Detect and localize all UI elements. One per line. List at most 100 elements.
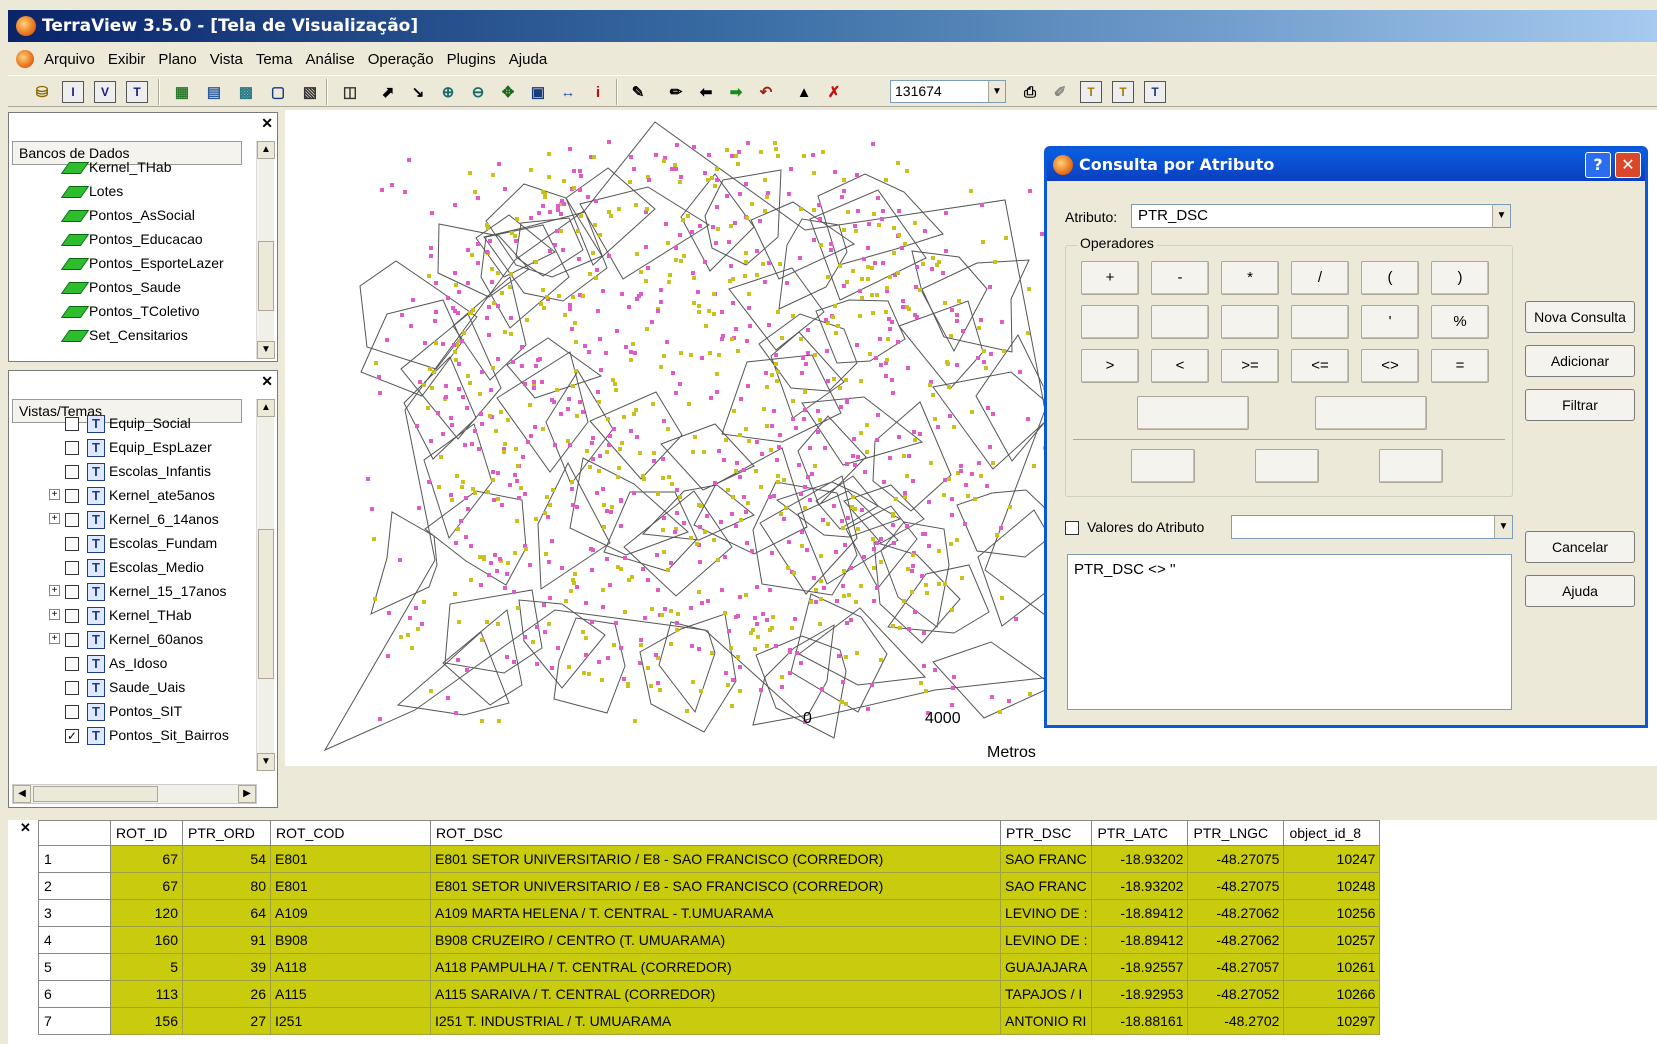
table-row[interactable]: 6 113 26 A115 A115 SARAIVA / T. CENTRAL (COR… bbox=[38, 980, 1381, 1008]
undo-icon[interactable]: ↶ bbox=[754, 80, 778, 104]
theme-item[interactable]: T Kernel_ate5anos bbox=[65, 483, 215, 507]
select-icon[interactable]: ↘ bbox=[406, 80, 430, 104]
brush-icon[interactable]: ✐ bbox=[1048, 80, 1072, 104]
operator-button[interactable]: ( bbox=[1361, 261, 1419, 295]
query-icon[interactable]: ▤ bbox=[202, 80, 226, 104]
info-icon[interactable]: i bbox=[586, 80, 610, 104]
menu-arquivo[interactable]: Arquivo bbox=[44, 51, 95, 68]
zoom-window-icon[interactable]: ▩ bbox=[234, 80, 258, 104]
theme-checkbox[interactable] bbox=[65, 681, 79, 696]
theme-checkbox[interactable] bbox=[65, 705, 79, 720]
cursor-select-icon[interactable]: ▲ bbox=[792, 80, 816, 104]
forward-icon[interactable]: ➡ bbox=[724, 80, 748, 104]
column-header[interactable]: ROT_ID bbox=[110, 820, 183, 846]
theme-item[interactable]: T Saude_Uais bbox=[65, 675, 185, 699]
table-row[interactable]: 5 5 39 A118 A118 PAMPULHA / T. CENTRAL (CORR… bbox=[38, 953, 1381, 981]
operator-blank-button[interactable] bbox=[1131, 449, 1195, 483]
chevron-down-icon[interactable]: ▼ bbox=[988, 81, 1005, 102]
operator-blank-button[interactable] bbox=[1379, 449, 1443, 483]
operator-blank-button[interactable] bbox=[1137, 396, 1249, 430]
scroll-thumb[interactable] bbox=[33, 786, 158, 802]
db-layer-item[interactable]: Pontos_AsSocial bbox=[60, 203, 195, 227]
theme-checkbox[interactable] bbox=[65, 417, 79, 432]
pointer-icon[interactable]: ⬈ bbox=[376, 80, 400, 104]
help-icon[interactable]: ? bbox=[1585, 152, 1611, 178]
db-layer-item[interactable]: Kernel_THab bbox=[60, 155, 172, 179]
views-scrollbar[interactable]: ▲ ▼ bbox=[256, 399, 275, 771]
operator-blank-button[interactable] bbox=[1315, 396, 1427, 430]
scroll-thumb[interactable] bbox=[258, 529, 274, 679]
db-layer-item[interactable]: Pontos_EsporteLazer bbox=[60, 251, 224, 275]
menu-analise[interactable]: Análise bbox=[306, 51, 355, 68]
scroll-right-icon[interactable]: ▶ bbox=[238, 785, 256, 803]
operator-blank-button[interactable] bbox=[1255, 449, 1319, 483]
menu-tema[interactable]: Tema bbox=[256, 51, 293, 68]
new-query-button[interactable]: Nova Consulta bbox=[1525, 301, 1635, 333]
theme-checkbox[interactable] bbox=[65, 657, 79, 672]
theme-item[interactable]: T Kernel_15_17anos bbox=[65, 579, 227, 603]
db-layer-item[interactable]: Lotes bbox=[60, 179, 123, 203]
expand-icon[interactable]: + bbox=[49, 609, 60, 620]
grid-icon[interactable]: ▧ bbox=[298, 80, 322, 104]
theme-checkbox[interactable] bbox=[65, 585, 79, 600]
theme-icon[interactable]: T bbox=[126, 81, 148, 103]
layer-add-icon[interactable]: ▦ bbox=[170, 80, 194, 104]
pan-icon[interactable]: ✥ bbox=[496, 80, 520, 104]
zoom-extent-icon[interactable]: ▣ bbox=[526, 80, 550, 104]
close-icon[interactable]: ✕ bbox=[261, 373, 273, 390]
column-header[interactable]: PTR_ORD bbox=[182, 820, 271, 846]
operator-button[interactable] bbox=[1151, 305, 1209, 339]
table-row[interactable]: 1 67 54 E801 E801 SETOR UNIVERSITARIO / E8 -… bbox=[38, 845, 1381, 873]
scroll-up-icon[interactable]: ▲ bbox=[257, 141, 275, 159]
column-header[interactable]: ROT_COD bbox=[270, 820, 431, 846]
scroll-up-icon[interactable]: ▲ bbox=[257, 399, 275, 417]
text-icon[interactable]: T bbox=[1080, 81, 1102, 103]
scroll-left-icon[interactable]: ◀ bbox=[13, 785, 31, 803]
theme-item[interactable]: T Escolas_Infantis bbox=[65, 459, 211, 483]
theme-item[interactable]: T Kernel_6_14anos bbox=[65, 507, 219, 531]
close-icon[interactable]: ✕ bbox=[20, 820, 31, 836]
operator-button[interactable]: >= bbox=[1221, 349, 1279, 383]
theme-item[interactable]: ✓ T Pontos_Sit_Bairros bbox=[65, 723, 229, 747]
expand-icon[interactable]: + bbox=[49, 633, 60, 644]
theme-item[interactable]: T Escolas_Medio bbox=[65, 555, 204, 579]
add-button[interactable]: Adicionar bbox=[1525, 345, 1635, 377]
db-layer-item[interactable]: Pontos_TColetivo bbox=[60, 299, 200, 323]
operator-button[interactable]: <= bbox=[1291, 349, 1349, 383]
column-header[interactable]: PTR_DSC bbox=[999, 820, 1093, 846]
column-header[interactable]: ROT_DSC bbox=[430, 820, 1001, 846]
app-menu-icon[interactable] bbox=[16, 50, 34, 68]
theme-checkbox[interactable]: ✓ bbox=[65, 729, 79, 744]
theme-item[interactable]: T Equip_Social bbox=[65, 411, 191, 435]
operator-button[interactable]: ' bbox=[1361, 305, 1419, 339]
theme-checkbox[interactable] bbox=[65, 633, 79, 648]
menu-ajuda[interactable]: Ajuda bbox=[509, 51, 547, 68]
edit-icon[interactable]: ✎ bbox=[626, 80, 650, 104]
operator-button[interactable]: % bbox=[1431, 305, 1489, 339]
table-row[interactable]: 7 156 27 I251 I251 T. INDUSTRIAL / T. UMUARA… bbox=[38, 1007, 1381, 1035]
theme-item[interactable]: T Kernel_60anos bbox=[65, 627, 203, 651]
import-icon[interactable]: I bbox=[62, 81, 84, 103]
theme-item[interactable]: T As_Idoso bbox=[65, 651, 167, 675]
operator-button[interactable]: = bbox=[1431, 349, 1489, 383]
database-icon[interactable]: ⛁ bbox=[30, 80, 54, 104]
operator-button[interactable]: > bbox=[1081, 349, 1139, 383]
table-row[interactable]: 2 67 80 E801 E801 SETOR UNIVERSITARIO / E8 -… bbox=[38, 872, 1381, 900]
db-layer-item[interactable]: Pontos_Educacao bbox=[60, 227, 203, 251]
theme-item[interactable]: T Escolas_Fundam bbox=[65, 531, 217, 555]
close-icon[interactable]: ✕ bbox=[1615, 152, 1641, 178]
operator-button[interactable]: + bbox=[1081, 261, 1139, 295]
operator-button[interactable] bbox=[1291, 305, 1349, 339]
expand-icon[interactable]: + bbox=[49, 585, 60, 596]
chevron-down-icon[interactable]: ▼ bbox=[1492, 205, 1510, 227]
theme-checkbox[interactable] bbox=[65, 489, 79, 504]
theme-item[interactable]: T Kernel_THab bbox=[65, 603, 192, 627]
theme-checkbox[interactable] bbox=[65, 561, 79, 576]
back-icon[interactable]: ⬅ bbox=[694, 80, 718, 104]
menu-exibir[interactable]: Exibir bbox=[108, 51, 146, 68]
attribute-select[interactable]: PTR_DSC ▼ bbox=[1131, 204, 1511, 228]
zoom-out-icon[interactable]: ⊖ bbox=[466, 80, 490, 104]
print-icon[interactable]: ⎙ bbox=[1018, 80, 1042, 104]
column-header[interactable]: object_id_8 bbox=[1283, 820, 1381, 846]
scroll-thumb[interactable] bbox=[258, 241, 274, 311]
